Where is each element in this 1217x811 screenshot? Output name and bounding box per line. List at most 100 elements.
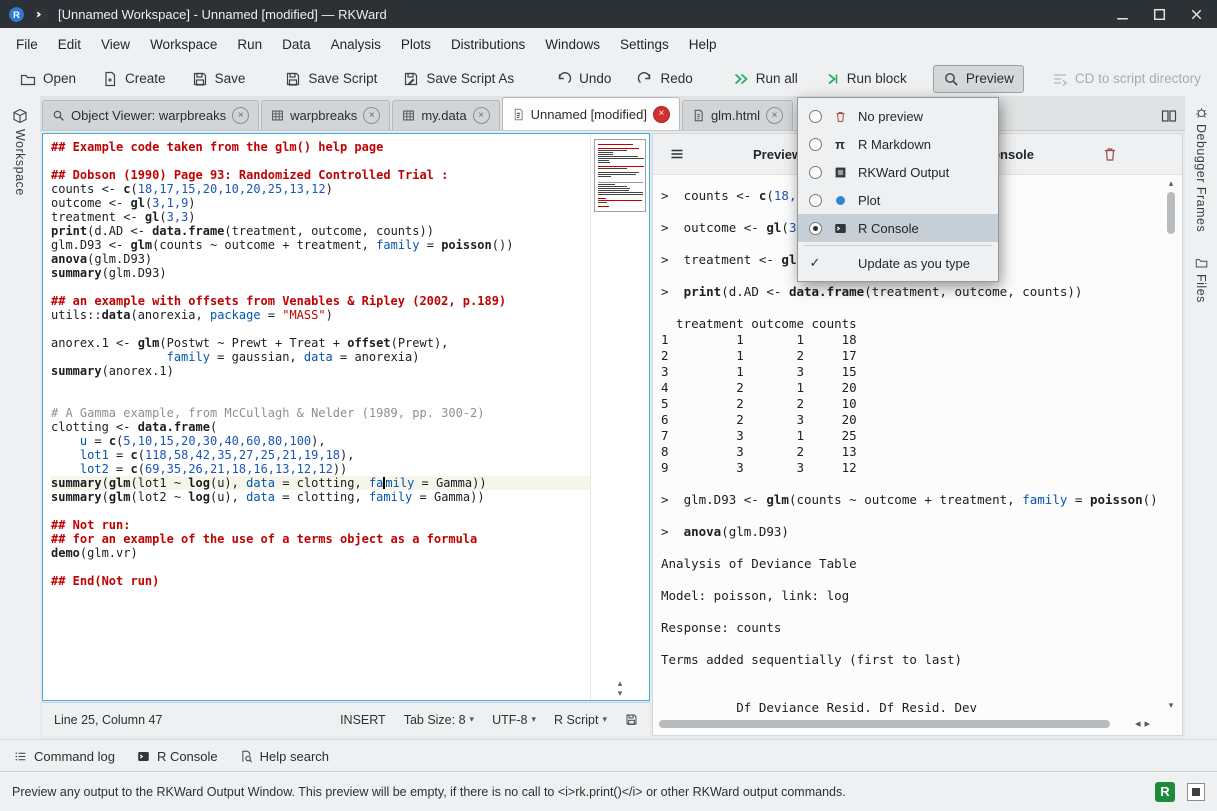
code-line: outcome <- gl(3,1,9) (51, 196, 590, 210)
code-line: ## Not run: (51, 518, 590, 532)
tool-button-command-log[interactable]: Command log (10, 745, 119, 768)
close-icon[interactable] (1188, 6, 1205, 23)
menu-settings[interactable]: Settings (610, 31, 679, 58)
menu-data[interactable]: Data (272, 31, 321, 58)
menu-distributions[interactable]: Distributions (441, 31, 535, 58)
tab-unnamed-modified-[interactable]: Unnamed [modified] × (502, 97, 680, 130)
tool-button-r-console[interactable]: R Console (133, 745, 222, 768)
run-block-label: Run block (847, 71, 907, 86)
trash-icon[interactable] (1102, 146, 1118, 162)
run-block-icon (824, 71, 840, 87)
script-editor[interactable]: ## Example code taken from the glm() hel… (42, 133, 650, 701)
chevron-down-icon[interactable]: ▾ (1164, 700, 1178, 711)
checkmark-icon: ✓ (810, 255, 821, 271)
chevron-down-icon: ▾ (531, 714, 536, 725)
split-view-icon[interactable] (1153, 108, 1185, 124)
undo-button[interactable]: Undo (546, 65, 621, 93)
debugger-icon (1195, 106, 1208, 119)
open-button[interactable]: Open (10, 65, 86, 93)
tab-label: glm.html (711, 108, 760, 123)
menu-help[interactable]: Help (679, 31, 727, 58)
tab-object-viewer-warpbreaks[interactable]: Object Viewer: warpbreaks × (42, 100, 259, 130)
undo-icon (556, 71, 572, 87)
menu-file[interactable]: File (6, 31, 48, 58)
save-script-button[interactable]: Save Script (275, 65, 387, 93)
code-line: # A Gamma example, from McCullagh & Neld… (51, 406, 590, 420)
tab-close-icon[interactable]: × (766, 107, 783, 124)
run-all-button[interactable]: Run all (723, 65, 808, 93)
undo-label: Undo (579, 71, 611, 86)
menu-item-no-preview[interactable]: No preview (798, 102, 998, 130)
sidebar-item-files[interactable]: Files (1194, 256, 1208, 303)
maximize-icon[interactable] (1151, 6, 1168, 23)
tab-label: Object Viewer: warpbreaks (71, 108, 226, 123)
code-line: ## Example code taken from the glm() hel… (51, 140, 590, 154)
tab-close-icon[interactable]: × (232, 107, 249, 124)
cd-to-script-directory-button[interactable]: CD to script directory (1042, 65, 1211, 93)
sidebar-item-workspace[interactable]: Workspace (12, 108, 28, 196)
run-block-button[interactable]: Run block (814, 65, 917, 93)
tab-label: Unnamed [modified] (531, 107, 647, 122)
encoding-select[interactable]: UTF-8▾ (492, 713, 536, 727)
code-line: demo(glm.vr) (51, 546, 590, 560)
menu-workspace[interactable]: Workspace (140, 31, 227, 58)
chevron-up-icon[interactable]: ▴ (1164, 178, 1178, 189)
menu-edit[interactable]: Edit (48, 31, 91, 58)
menu-item-rkward-output[interactable]: RKWard Output (798, 158, 998, 186)
menu-item-r-console[interactable]: R Console (798, 214, 998, 242)
grid-icon (271, 109, 284, 122)
menu-item-r-markdown[interactable]: πR Markdown (798, 130, 998, 158)
minimap-thumbnail[interactable] (594, 139, 646, 212)
editor-minimap[interactable]: ▴▾ (590, 134, 649, 700)
create-button[interactable]: Create (92, 65, 176, 93)
menu-windows[interactable]: Windows (535, 31, 610, 58)
console-horizontal-scrollbar[interactable]: ◂▸ (657, 717, 1156, 731)
code-area[interactable]: ## Example code taken from the glm() hel… (43, 134, 590, 700)
menu-item-update-as-you-type[interactable]: ✓Update as you type (798, 249, 998, 277)
tab-glm-html[interactable]: glm.html × (682, 100, 793, 130)
menu-view[interactable]: View (91, 31, 140, 58)
tab-close-icon[interactable]: × (653, 106, 670, 123)
tab-warpbreaks[interactable]: warpbreaks× (261, 100, 390, 130)
cursor-position[interactable]: Line 25, Column 47 (54, 713, 162, 727)
save-button[interactable]: Save (182, 65, 256, 93)
menu-item-label: Plot (858, 193, 880, 208)
console-line: 5 2 2 10 (661, 396, 1160, 412)
save-script-as-button[interactable]: Save Script As (393, 65, 524, 93)
tab-size-select[interactable]: Tab Size: 8▾ (404, 713, 474, 727)
svg-text:R: R (13, 10, 20, 21)
console-line (661, 300, 1160, 316)
scrollbar-thumb[interactable] (659, 720, 1110, 728)
menu-run[interactable]: Run (227, 31, 272, 58)
menu-item-plot[interactable]: Plot (798, 186, 998, 214)
console-line (661, 604, 1160, 620)
workspace-icon (12, 108, 28, 124)
tab-close-icon[interactable]: × (473, 107, 490, 124)
rscript-icon (512, 108, 525, 121)
code-line: u = c(5,10,15,20,30,40,60,80,100), (51, 434, 590, 448)
minimap-scroll-arrows[interactable]: ▴▾ (591, 678, 649, 698)
code-line (51, 392, 590, 406)
console-line: > anova(glm.D93) (661, 524, 1160, 540)
cd-icon (1052, 71, 1068, 87)
redo-button[interactable]: Redo (627, 65, 702, 93)
menu-analysis[interactable]: Analysis (321, 31, 391, 58)
console-vertical-scrollbar[interactable]: ▴ ▾ (1164, 178, 1178, 711)
console-icon (834, 222, 847, 235)
engine-status-icon (1187, 783, 1205, 801)
tab-my-data[interactable]: my.data× (392, 100, 499, 130)
tool-button-help-search[interactable]: Help search (236, 745, 333, 768)
save-icon[interactable] (625, 713, 638, 726)
chevron-right-icon[interactable]: ▸ (1144, 718, 1154, 730)
hamburger-icon[interactable] (659, 142, 695, 166)
input-mode[interactable]: INSERT (340, 713, 386, 727)
menu-plots[interactable]: Plots (391, 31, 441, 58)
scrollbar-thumb[interactable] (1167, 192, 1175, 234)
console-line: 7 3 1 25 (661, 428, 1160, 444)
sidebar-item-debugger-frames[interactable]: Debugger Frames (1194, 106, 1208, 232)
preview-button[interactable]: Preview (933, 65, 1024, 93)
filetype-select[interactable]: R Script▾ (554, 713, 607, 727)
tool-button-label: R Console (157, 749, 218, 764)
minimize-icon[interactable] (1114, 6, 1131, 23)
tab-close-icon[interactable]: × (363, 107, 380, 124)
